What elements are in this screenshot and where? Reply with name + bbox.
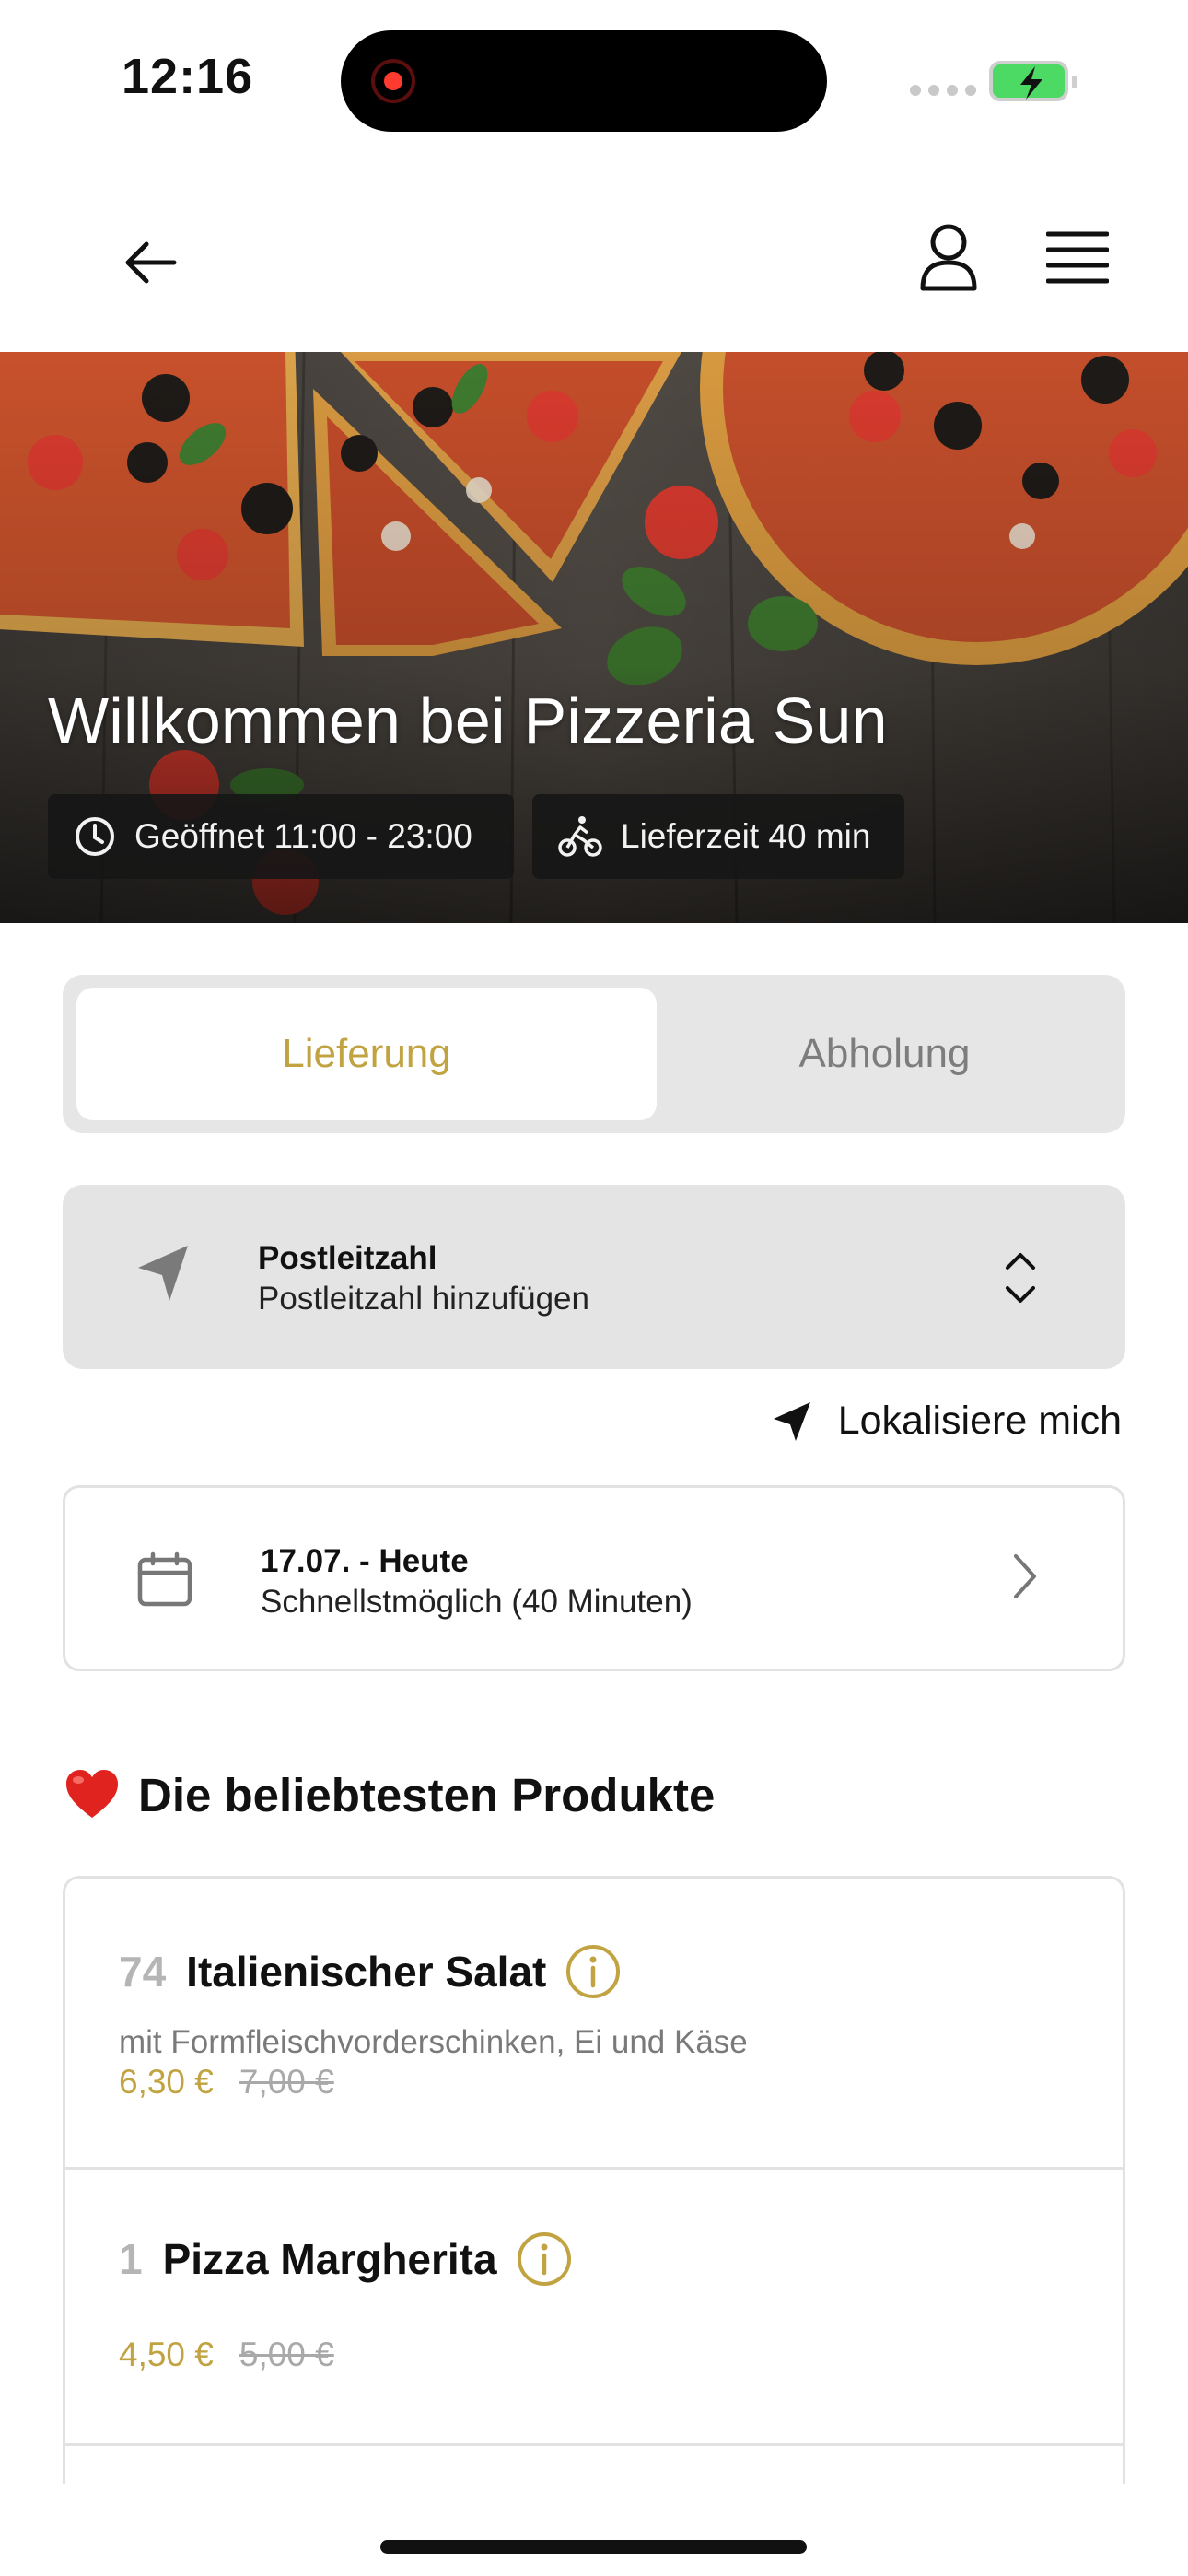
delivery-date-title: 17.07. - Heute	[261, 1543, 469, 1579]
account-button[interactable]	[912, 217, 985, 299]
user-icon	[920, 224, 977, 291]
info-icon[interactable]	[516, 2231, 573, 2288]
popular-products-list: 74 Italienischer Salat mit Formfleischvo…	[63, 1876, 1125, 2484]
dynamic-island	[341, 30, 827, 132]
product-item[interactable]: 74 Italienischer Salat mit Formfleischvo…	[65, 1879, 1123, 2170]
bicycle-icon	[558, 816, 602, 857]
product-old-price: 5,00 €	[239, 2336, 334, 2373]
product-description: mit Formfleischvorderschinken, Ei und Kä…	[119, 2024, 748, 2060]
back-button[interactable]	[109, 221, 192, 304]
popular-products-title: Die beliebtesten Produkte	[138, 1768, 716, 1821]
order-mode-toggle: Lieferung Abholung	[63, 975, 1125, 1133]
tab-abholung[interactable]: Abholung	[657, 988, 1112, 1120]
signal-icon	[910, 85, 976, 96]
product-header: 74 Italienischer Salat	[119, 1943, 622, 2000]
heart-icon	[66, 1770, 118, 1818]
locate-me-button[interactable]: Lokalisiere mich	[772, 1399, 1122, 1444]
product-name: Italienischer Salat	[186, 1948, 547, 1996]
locate-me-label: Lokalisiere mich	[837, 1399, 1122, 1443]
chevron-right-icon	[1014, 1554, 1036, 1598]
product-price: 6,30 €	[119, 2063, 214, 2101]
delivery-date-subtitle: Schnellstmöglich (40 Minuten)	[261, 1584, 693, 1620]
delivery-date-selector[interactable]: 17.07. - Heute Schnellstmöglich (40 Minu…	[63, 1485, 1125, 1671]
postcode-placeholder: Postleitzahl hinzufügen	[258, 1281, 589, 1317]
opening-hours-text: Geöffnet 11:00 - 23:00	[134, 817, 472, 855]
product-prices: 4,50 € 5,00 €	[119, 2336, 334, 2374]
product-number: 74	[119, 1948, 167, 1996]
home-indicator[interactable]	[380, 2540, 807, 2554]
recording-indicator-icon	[371, 59, 415, 103]
menu-button[interactable]	[1036, 221, 1119, 295]
product-prices: 6,30 € 7,00 €	[119, 2063, 334, 2102]
product-item[interactable]: 1 Pizza Margherita 4,50 € 5,00 €	[65, 2170, 1123, 2446]
product-name: Pizza Margherita	[162, 2235, 497, 2283]
calendar-icon	[137, 1551, 192, 1607]
product-header: 1 Pizza Margherita	[119, 2231, 573, 2288]
popular-products-heading: Die beliebtesten Produkte	[64, 1767, 715, 1822]
tab-lieferung[interactable]: Lieferung	[76, 988, 657, 1120]
status-bar: 12:16	[0, 0, 1188, 157]
postcode-selector[interactable]: Postleitzahl Postleitzahl hinzufügen	[63, 1185, 1125, 1369]
delivery-time-text: Lieferzeit 40 min	[621, 817, 871, 855]
status-time: 12:16	[122, 49, 254, 104]
product-number: 1	[119, 2235, 143, 2283]
hero-title: Willkommen bei Pizzeria Sun	[48, 685, 888, 756]
product-price: 4,50 €	[119, 2336, 214, 2373]
navigation-arrow-icon	[773, 1401, 810, 1441]
delivery-time-chip: Lieferzeit 40 min	[532, 794, 904, 879]
chevron-up-down-icon	[1006, 1253, 1035, 1303]
info-icon[interactable]	[565, 1943, 622, 2000]
hamburger-menu-icon	[1046, 231, 1109, 284]
battery-icon	[989, 61, 1077, 101]
hero-banner: Willkommen bei Pizzeria Sun Geöffnet 11:…	[0, 352, 1188, 923]
arrow-left-icon	[125, 241, 177, 284]
product-old-price: 7,00 €	[239, 2063, 334, 2101]
opening-hours-chip: Geöffnet 11:00 - 23:00	[48, 794, 514, 879]
navigation-arrow-icon	[138, 1246, 188, 1301]
postcode-label: Postleitzahl	[258, 1240, 437, 1276]
app-header	[0, 175, 1188, 350]
clock-icon	[76, 817, 114, 856]
